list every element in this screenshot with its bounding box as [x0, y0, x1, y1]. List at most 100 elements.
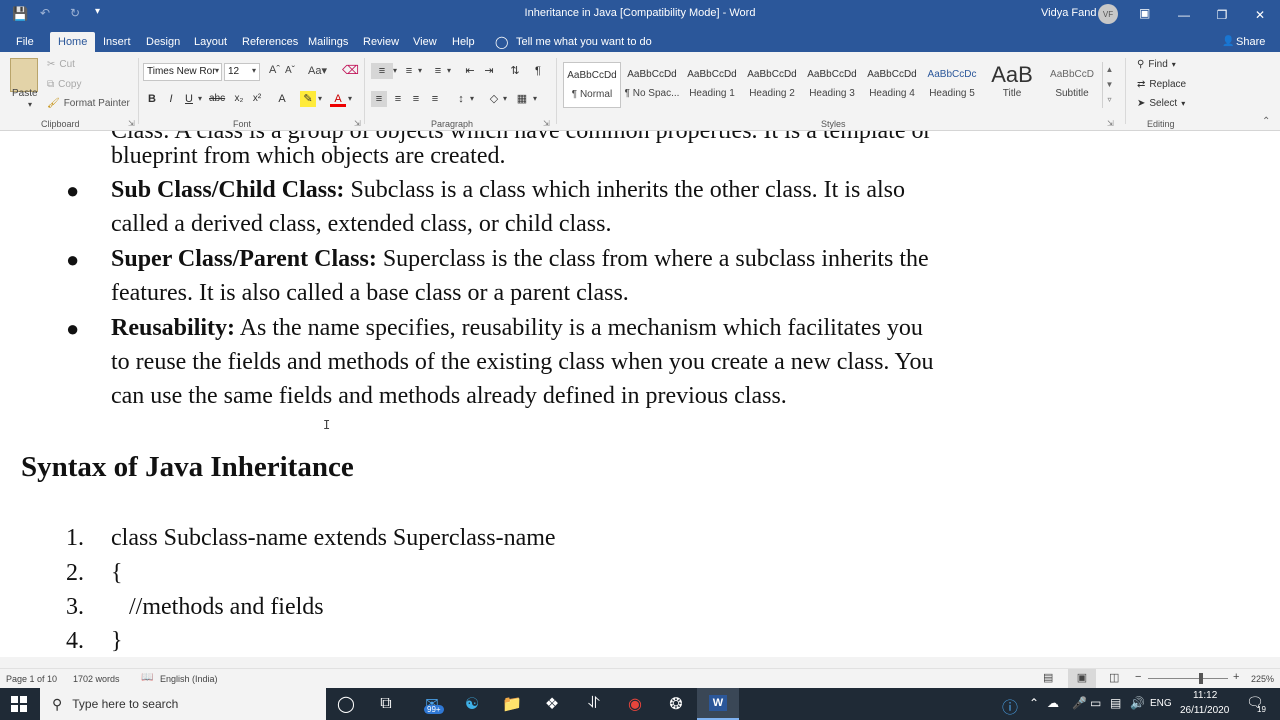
font-launcher-icon[interactable]: ⇲ [354, 119, 361, 128]
font-color-dropdown-icon[interactable]: ▾ [348, 94, 352, 103]
style-title[interactable]: AaB Title [983, 62, 1041, 108]
increase-indent-button[interactable]: ⇥ [481, 63, 497, 79]
tab-design[interactable]: Design [146, 32, 180, 52]
help-icon[interactable]: ⓘ [1002, 694, 1018, 718]
highlight-dropdown-icon[interactable]: ▾ [318, 94, 322, 103]
shading-dropdown-icon[interactable]: ▾ [503, 94, 507, 103]
proofing-icon[interactable]: 📖 [141, 672, 153, 683]
microphone-icon[interactable]: 🎤 [1072, 696, 1087, 710]
change-case-icon[interactable]: Aa▾ [308, 64, 327, 77]
user-name[interactable]: Vidya Fand [1041, 7, 1096, 19]
bullets-button[interactable]: ≡ [371, 63, 393, 79]
line-spacing-button[interactable]: ↕ [453, 91, 469, 107]
cortana-icon[interactable]: ◯ [326, 688, 366, 720]
clear-formatting-icon[interactable]: ⌫ [342, 63, 359, 77]
shading-button[interactable]: ◇ [486, 91, 502, 107]
tab-mailings[interactable]: Mailings [308, 32, 348, 52]
underline-button[interactable]: U [181, 91, 197, 107]
document-area[interactable]: Class: A class is a group of objects whi… [0, 131, 1280, 657]
find-button[interactable]: ⚲ Find ▾ [1137, 59, 1176, 70]
winamp-icon[interactable]: ⥯ [574, 688, 614, 720]
show-hidden-icons-icon[interactable]: ⌃ [1029, 696, 1039, 710]
page-count[interactable]: Page 1 of 10 [6, 674, 57, 684]
word-app-icon[interactable]: W [697, 688, 739, 720]
show-formatting-marks-button[interactable]: ¶ [530, 63, 546, 79]
highlight-color-button[interactable]: ✎ [300, 91, 316, 107]
collapse-ribbon-icon[interactable]: ⌃ [1262, 116, 1270, 127]
tell-me-search[interactable]: Tell me what you want to do [516, 32, 652, 52]
task-view-icon[interactable]: ⧉ [366, 688, 406, 720]
horizontal-scrollbar[interactable] [0, 657, 1280, 668]
volume-icon[interactable]: 🔊 [1130, 696, 1145, 710]
styles-scroll[interactable]: ▲ ▼ ▿ [1102, 62, 1116, 108]
style-heading-4[interactable]: AaBbCcDd Heading 4 [863, 62, 921, 108]
battery-icon[interactable]: ▭ [1090, 696, 1101, 710]
style-normal[interactable]: AaBbCcDd ¶ Normal [563, 62, 621, 108]
superscript-button[interactable]: x² [249, 91, 265, 107]
justify-button[interactable]: ≡ [427, 91, 443, 107]
zoom-slider-thumb[interactable] [1199, 673, 1203, 684]
share-button[interactable]: Share [1236, 32, 1265, 52]
text-effects-button[interactable]: A [274, 91, 290, 107]
bullets-dropdown-icon[interactable]: ▾ [393, 66, 397, 75]
tab-file[interactable]: File [16, 32, 34, 52]
edge-browser-icon[interactable]: ☯ [452, 688, 492, 720]
zoom-level[interactable]: 225% [1251, 674, 1274, 684]
taskbar-search-box[interactable]: ⚲ Type here to search [40, 688, 326, 720]
replace-button[interactable]: ⇄ Replace [1137, 79, 1186, 90]
clipboard-launcher-icon[interactable]: ⇲ [128, 119, 135, 128]
style-heading-2[interactable]: AaBbCcDd Heading 2 [743, 62, 801, 108]
web-layout-icon[interactable]: ◫ [1109, 671, 1119, 684]
style-heading-3[interactable]: AaBbCcDd Heading 3 [803, 62, 861, 108]
input-language[interactable]: ENG [1150, 698, 1172, 709]
borders-button[interactable]: ▦ [514, 91, 530, 107]
language-indicator[interactable]: English (India) [160, 674, 218, 684]
zoom-out-icon[interactable]: − [1135, 671, 1141, 683]
bold-button[interactable]: B [144, 91, 160, 107]
chrome-icon[interactable]: ◉ [615, 688, 655, 720]
style-subtitle[interactable]: AaBbCcD Subtitle [1043, 62, 1101, 108]
style-heading-1[interactable]: AaBbCcDd Heading 1 [683, 62, 741, 108]
tab-layout[interactable]: Layout [194, 32, 227, 52]
tab-references[interactable]: References [242, 32, 298, 52]
cloud-icon[interactable]: ☁ [1047, 696, 1059, 710]
subscript-button[interactable]: x₂ [231, 91, 247, 107]
tab-review[interactable]: Review [363, 32, 399, 52]
font-size-dropdown-icon[interactable]: ▾ [252, 66, 256, 75]
borders-dropdown-icon[interactable]: ▾ [533, 94, 537, 103]
cut-button[interactable]: ✂ Cut [47, 59, 75, 70]
paste-dropdown-icon[interactable]: ▾ [28, 100, 32, 109]
align-center-button[interactable]: ≡ [390, 91, 406, 107]
close-button[interactable]: ✕ [1241, 0, 1279, 30]
styles-launcher-icon[interactable]: ⇲ [1107, 119, 1114, 128]
minimize-button[interactable]: — [1165, 0, 1203, 30]
file-explorer-icon[interactable]: 📁 [492, 688, 532, 720]
font-name-dropdown-icon[interactable]: ▾ [215, 66, 219, 75]
format-painter-button[interactable]: 🖌 Format Painter [47, 98, 130, 109]
zoom-in-icon[interactable]: + [1233, 671, 1239, 683]
numbering-dropdown-icon[interactable]: ▾ [418, 66, 422, 75]
font-name-box[interactable]: Times New Ror [143, 63, 222, 81]
paste-button[interactable]: Paste [12, 88, 38, 99]
italic-button[interactable]: I [163, 91, 179, 107]
copy-button[interactable]: ⧉ Copy [47, 79, 82, 90]
avatar[interactable]: VF [1098, 4, 1118, 24]
numbering-button[interactable]: ≡ [401, 63, 417, 79]
line-spacing-dropdown-icon[interactable]: ▾ [470, 94, 474, 103]
zoom-slider[interactable] [1148, 678, 1228, 679]
sort-button[interactable]: ⇅ [507, 63, 523, 79]
paragraph-launcher-icon[interactable]: ⇲ [543, 119, 550, 128]
font-color-button[interactable]: A [330, 91, 346, 107]
decrease-indent-button[interactable]: ⇤ [462, 63, 478, 79]
dropbox-icon[interactable]: ❖ [532, 688, 572, 720]
network-icon[interactable]: ▤ [1110, 696, 1121, 710]
align-left-button[interactable]: ≡ [371, 91, 387, 107]
style-no-spacing[interactable]: AaBbCcDd ¶ No Spac... [623, 62, 681, 108]
read-mode-icon[interactable]: ▤ [1043, 671, 1053, 684]
word-count[interactable]: 1702 words [73, 674, 120, 684]
tab-insert[interactable]: Insert [103, 32, 131, 52]
print-layout-icon[interactable]: ▣ [1068, 669, 1096, 688]
tab-help[interactable]: Help [452, 32, 475, 52]
obs-icon[interactable]: ❂ [656, 688, 696, 720]
style-heading-5[interactable]: AaBbCcDc Heading 5 [923, 62, 981, 108]
